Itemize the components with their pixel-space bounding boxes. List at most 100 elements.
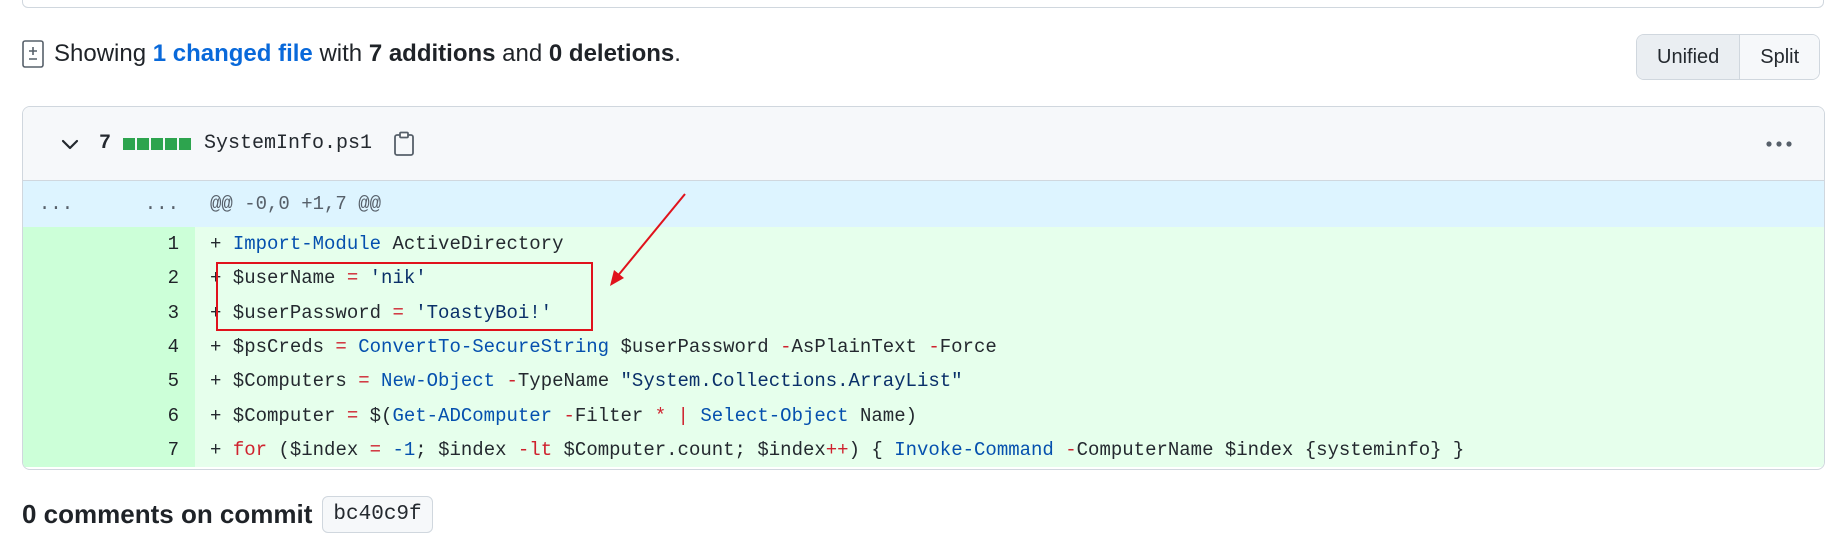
- code-token: AsPlainText: [791, 336, 929, 359]
- code-token: -: [506, 370, 518, 393]
- code-token: |: [677, 404, 689, 427]
- hunk-expand-old[interactable]: ...: [23, 181, 89, 227]
- code-token: Invoke-Command: [894, 438, 1054, 461]
- code-token: $Computer.count; $index: [552, 438, 826, 461]
- code-token: +: [210, 233, 233, 256]
- hunk-header-row: ... ... @@ -0,0 +1,7 @@: [23, 181, 1824, 227]
- hunk-expand-new[interactable]: ...: [89, 181, 195, 227]
- code-line: + $psCreds = ConvertTo-SecureString $use…: [195, 336, 997, 358]
- previous-card-edge: [22, 0, 1824, 8]
- commit-sha[interactable]: bc40c9f: [322, 496, 433, 533]
- kebab-horizontal-icon[interactable]: [1764, 132, 1794, 156]
- annotation-arrow: [610, 193, 686, 286]
- new-line-number[interactable]: 6: [89, 398, 195, 432]
- code-token: "System.Collections.ArrayList": [620, 370, 963, 393]
- old-line-number[interactable]: [23, 296, 89, 330]
- code-line: + for ($index = -1; $index -lt $Computer…: [195, 439, 1464, 461]
- diffstat-block: [137, 137, 150, 150]
- code-token: -: [928, 336, 940, 359]
- code-token: ($index: [267, 438, 370, 461]
- code-token: =: [369, 438, 382, 461]
- new-line-number[interactable]: 2: [89, 261, 195, 295]
- new-line-number[interactable]: 5: [89, 364, 195, 398]
- code-token: ) {: [848, 438, 895, 461]
- code-token: =: [358, 370, 370, 393]
- old-line-number[interactable]: [23, 227, 89, 261]
- code-token: ConvertTo-SecureString: [358, 336, 610, 359]
- code-token: =: [346, 404, 359, 427]
- diff-line: 4 + $psCreds = ConvertTo-SecureString $us…: [23, 329, 1824, 365]
- unified-view-button[interactable]: Unified: [1637, 35, 1741, 79]
- additions-count: 7 additions: [368, 40, 496, 67]
- diff-view-toggle: Unified Split: [1636, 34, 1821, 80]
- line-gutter: 4: [23, 329, 195, 365]
- summary-showing: Showing: [54, 40, 147, 67]
- code-token: ComputerName $index {systeminfo} }: [1076, 438, 1465, 461]
- summary-with: with: [319, 40, 363, 67]
- code-token: *: [654, 404, 667, 427]
- file-header: 7 SystemInfo.ps1: [23, 107, 1824, 181]
- old-line-number[interactable]: [23, 398, 89, 432]
- diff-file-icon: [22, 40, 44, 68]
- old-line-number[interactable]: [23, 261, 89, 295]
- old-line-number[interactable]: [23, 364, 89, 398]
- summary-period: .: [674, 40, 681, 67]
- comments-heading: 0 comments on commit bc40c9f: [22, 496, 433, 533]
- comments-label: 0 comments on commit: [22, 499, 313, 529]
- diffstat-block: [123, 137, 136, 150]
- line-gutter: 1: [23, 227, 195, 262]
- split-view-button[interactable]: Split: [1740, 35, 1820, 79]
- code-token: Get-ADComputer: [392, 404, 553, 427]
- code-line: + $Computer = $(Get-ADComputer -Filter *…: [195, 405, 917, 427]
- diff-line: 1 + Import-Module ActiveDirectory: [23, 227, 1824, 262]
- diff-summary: Showing 1 changed file with 7 additions …: [22, 36, 681, 72]
- line-gutter: 2: [23, 261, 195, 296]
- new-line-number[interactable]: 4: [89, 330, 195, 364]
- code-token: ActiveDirectory: [381, 233, 564, 256]
- new-line-number[interactable]: 7: [89, 433, 195, 467]
- code-token: New-Object: [381, 370, 496, 393]
- copy-clipboard-icon[interactable]: [392, 131, 416, 157]
- changed-files-link[interactable]: 1 changed file: [153, 40, 313, 68]
- code-token: Force: [939, 336, 997, 359]
- hunk-gutter: ... ...: [23, 181, 195, 227]
- summary-and: and: [502, 40, 543, 67]
- code-token: -lt: [517, 438, 553, 461]
- code-token: Filter: [574, 404, 655, 427]
- code-token: + $psCreds: [210, 336, 336, 359]
- line-gutter: 7: [23, 432, 195, 468]
- code-line: + $Computers = New-Object -TypeName "Sys…: [195, 370, 963, 392]
- diff-line: 6 + $Computer = $(Get-ADComputer -Filter …: [23, 398, 1824, 433]
- diff-line: 7 + for ($index = -1; $index -lt $Compute…: [23, 432, 1824, 468]
- hunk-header: @@ -0,0 +1,7 @@: [210, 193, 382, 215]
- code-token: $(: [358, 404, 393, 427]
- code-token: +: [210, 438, 233, 461]
- new-line-number[interactable]: 1: [89, 227, 195, 261]
- code-token: -1: [392, 438, 416, 461]
- code-token: -: [780, 336, 792, 359]
- code-token: + $Computer: [210, 404, 347, 427]
- new-line-number[interactable]: 3: [89, 296, 195, 330]
- line-gutter: 6: [23, 398, 195, 433]
- file-additions-count: 7: [99, 132, 112, 155]
- old-line-number[interactable]: [23, 330, 89, 364]
- code-token: ; $index: [415, 438, 518, 461]
- diffstat-block: [151, 137, 164, 150]
- old-line-number[interactable]: [23, 433, 89, 467]
- code-token: for: [232, 438, 268, 461]
- file-name[interactable]: SystemInfo.ps1: [204, 132, 372, 155]
- code-token: Name): [848, 404, 918, 427]
- diffstat-blocks: [123, 137, 192, 150]
- diffstat-block: [165, 137, 178, 150]
- code-token: -: [563, 404, 575, 427]
- code-token: =: [335, 336, 347, 359]
- chevron-down-icon[interactable]: [59, 133, 81, 155]
